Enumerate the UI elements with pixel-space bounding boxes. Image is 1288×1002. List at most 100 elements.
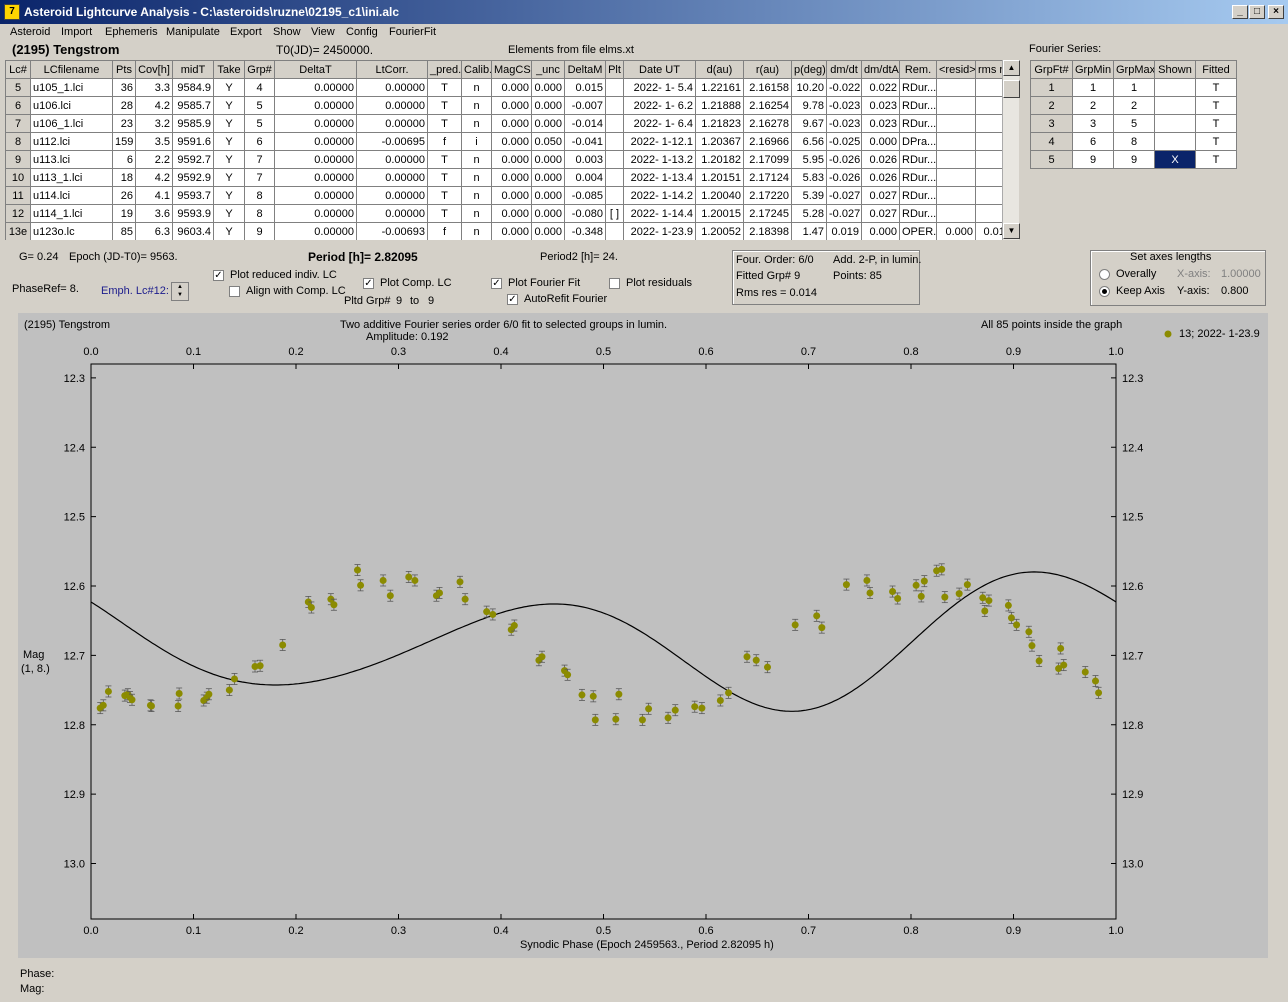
lc-cell[interactable]: -0.022 xyxy=(826,78,862,97)
lc-column-header[interactable]: dm/dtA xyxy=(861,60,900,79)
lc-cell[interactable]: -0.041 xyxy=(564,132,606,151)
lc-cell[interactable]: -0.00695 xyxy=(356,132,428,151)
table-scrollbar[interactable]: ▲ ▼ xyxy=(1002,60,1020,240)
lc-cell[interactable]: 2022- 1- 6.2 xyxy=(623,96,696,115)
scroll-up-button[interactable]: ▲ xyxy=(1003,60,1020,76)
lc-cell[interactable]: f xyxy=(427,132,462,151)
lc-cell[interactable]: 0.00000 xyxy=(356,204,428,223)
fourier-cell[interactable]: 9 xyxy=(1072,150,1114,169)
lc-table-row[interactable]: 5 u105_1.lci 36 3.3 9584.9 Y 4 0.00000 0.00000 Tn… xyxy=(5,78,1003,97)
menu-export[interactable]: Export xyxy=(230,26,262,38)
fourier-column-header[interactable]: Shown xyxy=(1154,60,1196,79)
lc-cell[interactable]: RDur... xyxy=(899,78,937,97)
lc-cell[interactable] xyxy=(936,78,976,97)
lc-cell[interactable]: u114.lci xyxy=(30,186,113,205)
lc-cell[interactable]: 18 xyxy=(112,168,136,187)
lc-cell[interactable] xyxy=(975,78,1003,97)
lc-table-row[interactable]: 8 u112.lci 159 3.5 9591.6 Y 6 0.00000 -0.00695 f i… xyxy=(5,132,1003,151)
lc-cell[interactable]: -0.080 xyxy=(564,204,606,223)
lc-cell[interactable]: 0.000 xyxy=(531,96,565,115)
lc-cell[interactable] xyxy=(936,96,976,115)
lc-cell[interactable]: 9.67 xyxy=(791,114,827,133)
lc-row-header[interactable]: 13e xyxy=(5,222,31,240)
lc-cell[interactable]: 23 xyxy=(112,114,136,133)
pltd-grp-to[interactable]: 9 xyxy=(428,295,434,307)
lc-cell[interactable]: 0.000 xyxy=(491,222,532,240)
lc-cell[interactable]: Y xyxy=(213,222,245,240)
lc-column-header[interactable]: _pred. xyxy=(427,60,462,79)
lc-cell[interactable]: 0.000 xyxy=(491,186,532,205)
lc-cell[interactable]: 1.21823 xyxy=(695,114,744,133)
lc-cell[interactable]: 2022- 1-23.9 xyxy=(623,222,696,240)
lc-cell[interactable]: 0.000 xyxy=(531,78,565,97)
lc-column-header[interactable]: p(deg) xyxy=(791,60,827,79)
menu-view[interactable]: View xyxy=(311,26,335,38)
scroll-thumb[interactable] xyxy=(1003,80,1020,98)
lc-cell[interactable]: u123o.lc xyxy=(30,222,113,240)
lc-cell[interactable]: 2022- 1- 5.4 xyxy=(623,78,696,97)
lc-cell[interactable] xyxy=(975,186,1003,205)
lc-cell[interactable]: u105_1.lci xyxy=(30,78,113,97)
fourier-table-row[interactable]: 468 T xyxy=(1030,132,1237,151)
lc-cell[interactable]: Y xyxy=(213,204,245,223)
lc-cell[interactable]: 0.004 xyxy=(564,168,606,187)
lc-table-row[interactable]: 7 u106_1.lci 23 3.2 9585.9 Y 5 0.00000 0.00000 Tn… xyxy=(5,114,1003,133)
lc-cell[interactable]: u106.lci xyxy=(30,96,113,115)
lc-cell[interactable]: 0.000 xyxy=(491,78,532,97)
lc-cell[interactable]: n xyxy=(461,168,492,187)
lc-cell[interactable]: u106_1.lci xyxy=(30,114,113,133)
lc-column-header[interactable]: LtCorr. xyxy=(356,60,428,79)
lc-cell[interactable]: 0.00000 xyxy=(356,186,428,205)
lc-cell[interactable]: 0.015 xyxy=(564,78,606,97)
fourier-cell[interactable]: 2 xyxy=(1113,96,1155,115)
lc-cell[interactable]: RDur... xyxy=(899,204,937,223)
menu-fourierfit[interactable]: FourierFit xyxy=(389,26,436,38)
lc-cell[interactable]: 9584.9 xyxy=(172,78,214,97)
lc-cell[interactable]: T xyxy=(427,186,462,205)
lc-table-row[interactable]: 6 u106.lci 28 4.2 9585.7 Y 5 0.00000 0.00000 Tn 0.… xyxy=(5,96,1003,115)
lc-cell[interactable]: 0.000 xyxy=(531,204,565,223)
lc-cell[interactable]: -0.085 xyxy=(564,186,606,205)
lc-column-header[interactable]: Date UT xyxy=(623,60,696,79)
fourier-cell[interactable]: 9 xyxy=(1113,150,1155,169)
lc-cell[interactable]: OPER... xyxy=(899,222,937,240)
lc-cell[interactable]: n xyxy=(461,150,492,169)
lc-column-header[interactable]: DeltaM xyxy=(564,60,606,79)
lc-cell[interactable]: DPra... xyxy=(899,132,937,151)
fourier-column-header[interactable]: GrpFt# xyxy=(1030,60,1073,79)
lc-cell[interactable]: T xyxy=(427,96,462,115)
fourier-row-header[interactable]: 3 xyxy=(1030,114,1073,133)
menu-config[interactable]: Config xyxy=(346,26,378,38)
lc-cell[interactable]: 5.28 xyxy=(791,204,827,223)
fourier-table-row[interactable]: 335T xyxy=(1030,114,1237,133)
lc-cell[interactable]: RDur... xyxy=(899,186,937,205)
lc-cell[interactable]: 0.000 xyxy=(531,150,565,169)
plot-reduced-checkbox[interactable]: ✓ xyxy=(213,270,224,281)
lc-cell[interactable]: 1.20015 xyxy=(695,204,744,223)
lc-column-header[interactable]: LCfilename xyxy=(30,60,113,79)
lc-cell[interactable]: 1.20040 xyxy=(695,186,744,205)
lc-cell[interactable]: 0.00000 xyxy=(274,150,357,169)
lc-cell[interactable]: n xyxy=(461,204,492,223)
lc-cell[interactable]: 85 xyxy=(112,222,136,240)
phaseref-label[interactable]: PhaseRef= 8. xyxy=(12,283,79,295)
lc-cell[interactable]: 0.00000 xyxy=(274,78,357,97)
minimize-button[interactable]: _ xyxy=(1232,5,1248,19)
lc-cell[interactable] xyxy=(605,150,624,169)
lc-cell[interactable]: 0.000 xyxy=(861,132,900,151)
align-comp-checkbox[interactable] xyxy=(229,286,240,297)
lc-table-row[interactable]: 12 u114_1.lci 19 3.6 9593.9 Y 8 0.00000 0.00000 T… xyxy=(5,204,1003,223)
lc-cell[interactable]: i xyxy=(461,132,492,151)
maximize-button[interactable]: □ xyxy=(1249,5,1265,19)
lc-cell[interactable]: 0.023 xyxy=(861,114,900,133)
lc-column-header[interactable]: Take xyxy=(213,60,245,79)
lc-cell[interactable]: 0.023 xyxy=(861,96,900,115)
lc-cell[interactable]: 0.00000 xyxy=(274,186,357,205)
lc-cell[interactable]: Y xyxy=(213,96,245,115)
lc-cell[interactable]: 10.20 xyxy=(791,78,827,97)
lc-cell[interactable]: 2.2 xyxy=(135,150,173,169)
lc-column-header[interactable]: Grp# xyxy=(244,60,275,79)
lc-column-header[interactable]: dm/dt xyxy=(826,60,862,79)
lc-cell[interactable]: u113.lci xyxy=(30,150,113,169)
lightcurve-plot-panel[interactable]: 0.0 0.0 0.1 0.1 0.2 0.2 0.3 0.3 0.4 0.4 0.5 0.5 0.6 0… xyxy=(18,313,1268,958)
